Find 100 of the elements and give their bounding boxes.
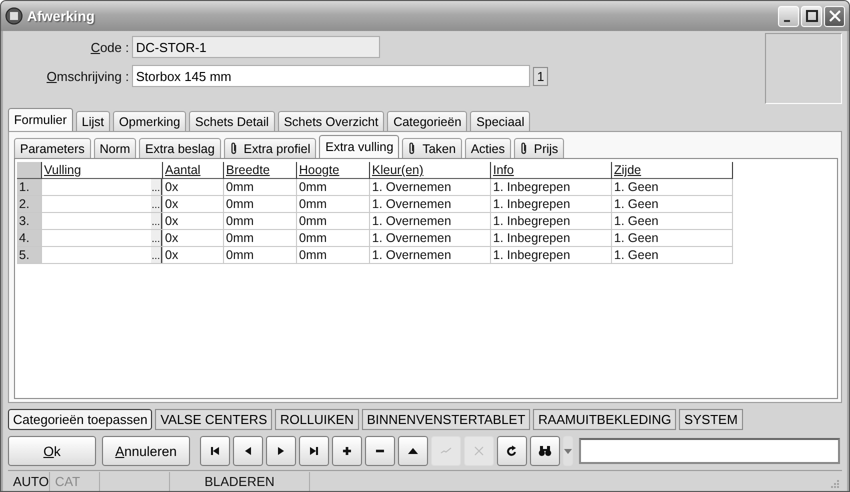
paperclip-icon: [230, 142, 238, 155]
skip-last-icon: [307, 445, 321, 457]
binoculars-button[interactable]: [530, 436, 560, 466]
table-cell: 0x: [163, 247, 224, 264]
code-label: Code :: [90, 40, 129, 54]
column-header[interactable]: Zijde: [612, 162, 733, 179]
tab[interactable]: Opmerking: [113, 111, 186, 131]
grid-corner: [17, 162, 42, 179]
table-cell: 0x: [163, 213, 224, 230]
column-header[interactable]: Hoogte: [297, 162, 370, 179]
picker-button[interactable]: ...: [150, 213, 162, 229]
cross-icon: [472, 445, 486, 457]
caret-icon: [564, 448, 572, 454]
plus-icon: [340, 445, 354, 457]
status-panel: CAT: [50, 472, 100, 490]
table-cell: 0x: [163, 196, 224, 213]
tab[interactable]: Acties: [464, 138, 511, 158]
table-cell: 0mm: [224, 179, 297, 196]
table-cell: 0mm: [224, 247, 297, 264]
paperclip-icon: [408, 142, 416, 155]
tab[interactable]: Extra profiel: [224, 138, 316, 158]
table-cell: 0x: [163, 179, 224, 196]
minimize-button[interactable]: [778, 6, 799, 26]
add-button[interactable]: [332, 436, 362, 466]
tab[interactable]: Prijs: [514, 138, 564, 158]
tab[interactable]: Extra vulling: [319, 135, 400, 158]
status-panel: AUTO: [8, 472, 50, 490]
row-number: 1.: [17, 179, 42, 196]
picker-button[interactable]: ...: [150, 196, 162, 212]
table-cell: 1. Inbegrepen: [491, 213, 612, 230]
picker-button[interactable]: ...: [150, 247, 162, 263]
first-button[interactable]: [200, 436, 230, 466]
table-cell: 0mm: [297, 196, 370, 213]
table-cell: 0mm: [297, 230, 370, 247]
category-button[interactable]: SYSTEM: [679, 409, 743, 430]
tab[interactable]: Schets Detail: [189, 111, 275, 131]
last-button[interactable]: [299, 436, 329, 466]
picker-button[interactable]: ...: [150, 179, 162, 195]
column-header[interactable]: Info: [491, 162, 612, 179]
line-count: 1: [533, 66, 548, 86]
code-field[interactable]: DC-STOR-1: [132, 36, 380, 58]
tab[interactable]: Schets Overzicht: [278, 111, 384, 131]
table-cell: 1. Geen: [612, 213, 733, 230]
resize-grip[interactable]: [830, 479, 840, 489]
category-button[interactable]: BINNENVENSTERTABLET: [362, 409, 530, 430]
table-cell: 0mm: [297, 213, 370, 230]
tab[interactable]: Parameters: [14, 138, 91, 158]
table-cell: 1. Inbegrepen: [491, 196, 612, 213]
status-panel: BLADEREN: [170, 472, 310, 490]
column-header[interactable]: Kleur(en): [370, 162, 491, 179]
tab[interactable]: Norm: [94, 138, 136, 158]
refresh-button[interactable]: [497, 436, 527, 466]
paperclip-icon: [520, 142, 528, 155]
window-title: Afwerking: [27, 8, 96, 24]
table-cell: 1. Overnemen: [370, 196, 491, 213]
category-button[interactable]: ROLLUIKEN: [275, 409, 359, 430]
row-number: 5.: [17, 247, 42, 264]
table-cell: 0mm: [224, 230, 297, 247]
category-button[interactable]: VALSE CENTERS: [155, 409, 272, 430]
row-number: 3.: [17, 213, 42, 230]
refresh-icon: [505, 445, 519, 457]
table-cell: 1. Geen: [612, 230, 733, 247]
dialog-button[interactable]: Ok: [8, 436, 96, 466]
column-header[interactable]: Aantal: [163, 162, 224, 179]
table-cell: 0mm: [224, 213, 297, 230]
table-cell: 1. Geen: [612, 179, 733, 196]
tab[interactable]: Taken: [402, 138, 462, 158]
table-cell: 1. Inbegrepen: [491, 179, 612, 196]
tab[interactable]: Categorieën: [387, 111, 468, 131]
app-icon: [5, 7, 23, 25]
table-cell: 0mm: [297, 247, 370, 264]
tab[interactable]: Speciaal: [470, 111, 530, 131]
table-cell: 1. Inbegrepen: [491, 247, 612, 264]
table-cell: 1. Overnemen: [370, 179, 491, 196]
binoculars-icon: [538, 445, 552, 457]
up-button[interactable]: [398, 436, 428, 466]
next-button[interactable]: [266, 436, 296, 466]
table-cell: 0x: [163, 230, 224, 247]
table-cell: 1. Overnemen: [370, 230, 491, 247]
description-field[interactable]: Storbox 145 mm: [132, 65, 530, 87]
row-number: 4.: [17, 230, 42, 247]
tab[interactable]: Extra beslag: [139, 138, 221, 158]
tab[interactable]: Formulier: [8, 108, 73, 131]
category-button[interactable]: Categorieën toepassen: [8, 409, 152, 430]
dialog-button[interactable]: Annuleren: [102, 436, 190, 466]
close-button[interactable]: [824, 6, 845, 26]
column-header[interactable]: Vulling: [42, 162, 163, 179]
table-cell: 1. Geen: [612, 196, 733, 213]
row-number: 2.: [17, 196, 42, 213]
category-button[interactable]: RAAMUITBEKLEDING: [533, 409, 676, 430]
picker-button[interactable]: ...: [150, 230, 162, 246]
skip-first-icon: [208, 445, 222, 457]
remove-button[interactable]: [365, 436, 395, 466]
description-label: Omschrijving :: [46, 68, 129, 84]
maximize-button[interactable]: [801, 6, 822, 26]
column-header[interactable]: Breedte: [224, 162, 297, 179]
tab[interactable]: Lijst: [76, 111, 110, 131]
search-field[interactable]: [579, 438, 840, 464]
prev-button[interactable]: [233, 436, 263, 466]
table-cell: 1. Inbegrepen: [491, 230, 612, 247]
